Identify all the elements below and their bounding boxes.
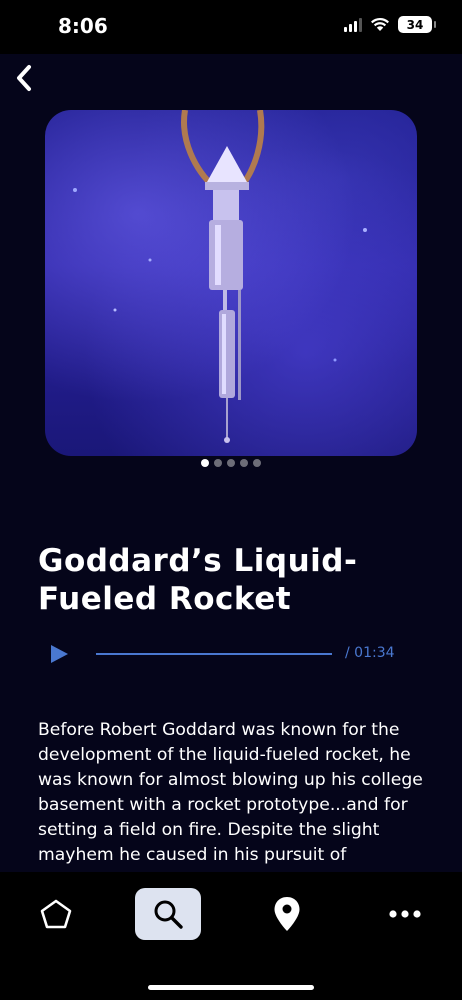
status-indicators: 34 [344, 16, 436, 33]
battery-indicator: 34 [398, 16, 436, 33]
status-bar: 8:06 34 [0, 0, 462, 54]
cellular-signal-icon [344, 17, 362, 32]
audio-duration: / 01:34 [345, 645, 395, 661]
wifi-icon [371, 17, 389, 31]
tab-search[interactable] [135, 888, 201, 940]
carousel-pagination[interactable] [0, 459, 462, 467]
tab-bar [0, 872, 462, 964]
audio-progress-bar[interactable] [96, 653, 332, 655]
status-time: 8:06 [58, 14, 108, 38]
carousel-dot[interactable] [253, 459, 261, 467]
article-title: Goddard’s Liquid-Fueled Rocket [38, 543, 358, 617]
tab-location[interactable] [254, 888, 320, 940]
play-icon [51, 645, 68, 663]
home-indicator[interactable] [148, 985, 314, 990]
carousel-image[interactable] [45, 110, 417, 456]
carousel-dot[interactable] [240, 459, 248, 467]
play-button[interactable] [48, 643, 70, 665]
chevron-left-icon [17, 65, 31, 91]
search-icon [154, 900, 183, 929]
detail-screen: Goddard’s Liquid-Fueled Rocket / 01:34 B… [0, 54, 462, 872]
audio-player: / 01:34 [38, 639, 428, 669]
carousel-dot[interactable] [201, 459, 209, 467]
tab-more[interactable] [372, 888, 438, 940]
carousel-dot[interactable] [214, 459, 222, 467]
rocket-model-image [73, 110, 367, 443]
more-icon [389, 910, 421, 918]
location-pin-icon [274, 897, 300, 931]
article-description: Before Robert Goddard was known for the … [38, 720, 423, 872]
carousel-dot[interactable] [227, 459, 235, 467]
back-button[interactable] [8, 62, 40, 94]
home-icon [40, 899, 72, 929]
tab-home[interactable] [23, 888, 89, 940]
